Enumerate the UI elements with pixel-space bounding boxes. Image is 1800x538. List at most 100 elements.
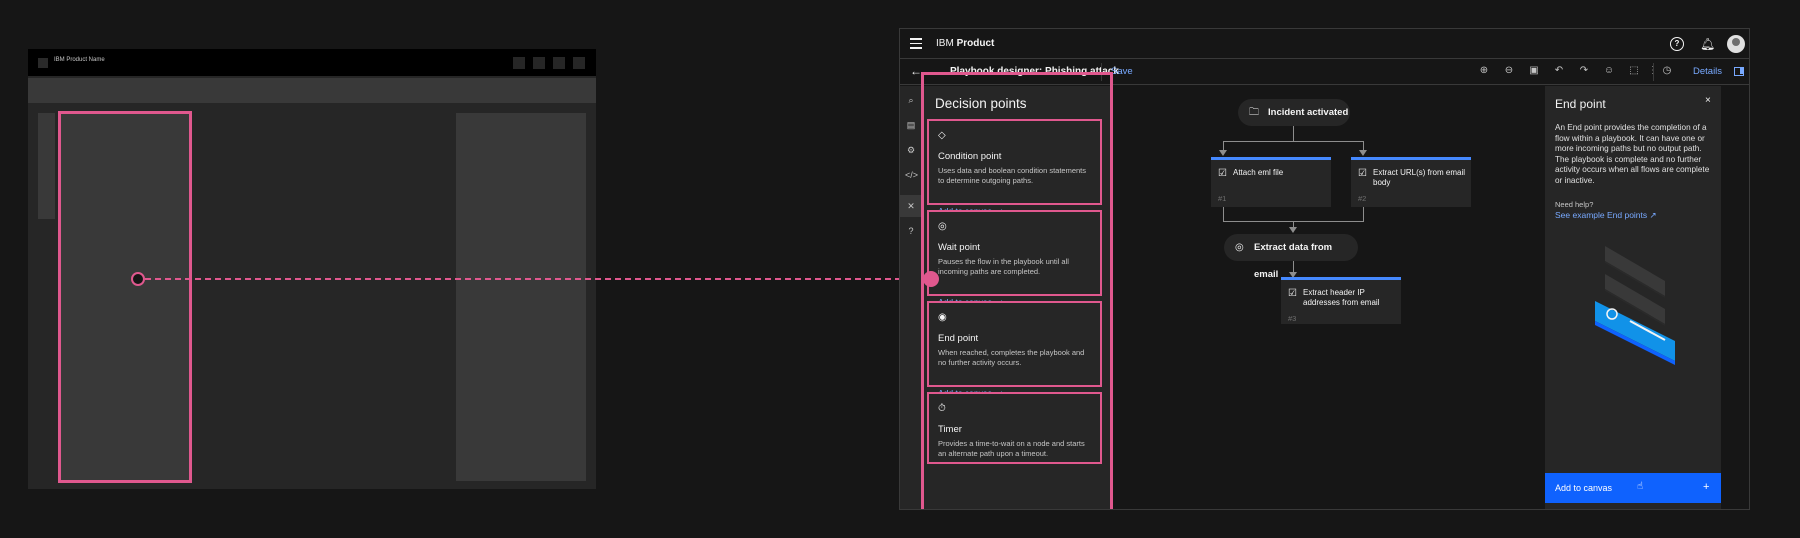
decision-icon[interactable]: ✕ bbox=[905, 200, 917, 212]
card-description: Uses data and boolean condition statemen… bbox=[938, 166, 1087, 185]
select-area-icon[interactable]: ⬚ bbox=[1628, 65, 1640, 77]
clipboard-icon: ☑ bbox=[1358, 168, 1367, 179]
zoom-out-icon[interactable]: ⊖ bbox=[1503, 65, 1515, 77]
brand-prefix: IBM bbox=[936, 38, 954, 49]
flow-task-node[interactable]: ☑ Attach eml file #1 bbox=[1211, 157, 1331, 207]
redo-icon[interactable]: ↷ bbox=[1578, 65, 1590, 77]
fit-to-screen-icon[interactable]: ▣ bbox=[1528, 65, 1540, 77]
add-to-canvas-button[interactable]: Add to canvas + ☝︎ bbox=[1545, 473, 1721, 503]
card-description: When reached, completes the playbook and… bbox=[938, 348, 1085, 367]
card-title: Timer bbox=[938, 424, 962, 435]
wireframe-logo bbox=[38, 58, 48, 68]
flow-connector bbox=[1363, 207, 1364, 221]
side-panel-icon[interactable] bbox=[1734, 67, 1744, 76]
arrow-head bbox=[1359, 150, 1367, 156]
wireframe-header-icon bbox=[533, 57, 545, 69]
add-to-canvas-label: Add to canvas bbox=[1555, 483, 1613, 493]
connector-line bbox=[145, 278, 931, 280]
node-label: Attach eml file bbox=[1233, 168, 1284, 177]
app-body: ⌕ ▤ ⚙ </> ✕ ? Decision points ◇ Conditio… bbox=[900, 72, 1749, 509]
wireframe-header-icon bbox=[553, 57, 565, 69]
decision-card-end[interactable]: ◉ End point When reached, completes the … bbox=[927, 301, 1102, 398]
undo-icon[interactable]: ↶ bbox=[1553, 65, 1565, 77]
pause-icon: ◎ bbox=[938, 221, 947, 232]
flow-start-node[interactable]: 🗀︎ Incident activated bbox=[1238, 99, 1350, 126]
wireframe-product-name: IBM Product Name bbox=[54, 57, 105, 63]
connector-start-circle bbox=[131, 272, 145, 286]
playbook-toolbar: ← Playbook designer: Phishing attack Sav… bbox=[900, 59, 1749, 85]
app-header: IBM Product ? 🔔︎ bbox=[900, 29, 1749, 59]
card-description: Pauses the flow in the playbook until al… bbox=[938, 257, 1069, 276]
menu-icon[interactable] bbox=[910, 38, 922, 49]
node-label: Extract URL(s) from email body bbox=[1373, 168, 1466, 187]
flow-wait-node[interactable]: ◎ Extract data from email bbox=[1224, 234, 1358, 280]
code-icon[interactable]: </> bbox=[905, 169, 918, 181]
clipboard-icon: ☑ bbox=[1218, 168, 1227, 179]
card-title: End point bbox=[938, 333, 979, 344]
flow-connector bbox=[1223, 207, 1224, 221]
node-label: Incident activated bbox=[1268, 107, 1349, 118]
folder-icon: 🗀︎ bbox=[1249, 107, 1259, 118]
user-icon[interactable]: ☺ bbox=[1603, 65, 1615, 77]
page-title: Playbook designer: Phishing attack bbox=[950, 66, 1119, 77]
wireframe-preview: IBM Product Name bbox=[28, 49, 596, 489]
back-arrow-icon[interactable]: ← bbox=[910, 64, 922, 78]
notification-icon[interactable]: 🔔︎ bbox=[1700, 37, 1715, 51]
card-title: Condition point bbox=[938, 151, 1002, 162]
settings-icon[interactable]: ⚙ bbox=[905, 144, 917, 156]
stop-icon: ◉ bbox=[938, 312, 947, 323]
launch-icon: ↗ bbox=[1649, 210, 1657, 220]
wireframe-header-icon bbox=[573, 57, 585, 69]
help-icon[interactable]: ? bbox=[1670, 37, 1684, 51]
divider bbox=[1101, 63, 1102, 81]
end-point-detail-panel: End point × An End point provides the co… bbox=[1545, 86, 1721, 509]
plus-icon: + bbox=[1703, 481, 1710, 493]
end-point-illustration bbox=[1595, 246, 1675, 365]
wireframe-header: IBM Product Name bbox=[28, 49, 596, 76]
side-rail: ⌕ ▤ ⚙ </> ✕ ? bbox=[900, 86, 922, 509]
close-icon[interactable]: × bbox=[1705, 95, 1711, 106]
panel-title: Decision points bbox=[935, 96, 1027, 111]
clipboard-icon[interactable]: ▤ bbox=[905, 119, 917, 131]
timer-icon: ⏱︎ bbox=[938, 403, 946, 414]
card-title: Wait point bbox=[938, 242, 980, 253]
details-button[interactable]: Details bbox=[1693, 66, 1722, 77]
wireframe-right-panel bbox=[456, 113, 586, 481]
detail-description: An End point provides the completion of … bbox=[1555, 123, 1710, 185]
wireframe-rail bbox=[38, 113, 55, 219]
flow-connector bbox=[1223, 141, 1364, 142]
arrow-head bbox=[1219, 150, 1227, 156]
node-label: Extract header IP addresses from email bbox=[1303, 288, 1380, 307]
connector-end-dot bbox=[923, 271, 939, 287]
wireframe-header-icon bbox=[513, 57, 525, 69]
flow-task-node[interactable]: ☑ Extract header IP addresses from email… bbox=[1281, 277, 1401, 324]
app-window: IBM Product ? 🔔︎ ← Playbook designer: Ph… bbox=[899, 28, 1750, 510]
decision-points-panel: Decision points ◇ Condition point Uses d… bbox=[922, 86, 1112, 509]
brand-name[interactable]: IBM Product bbox=[936, 38, 994, 49]
search-icon[interactable]: ⌕ bbox=[905, 94, 917, 106]
zoom-in-icon[interactable]: ⊕ bbox=[1478, 65, 1490, 77]
detail-title: End point bbox=[1555, 97, 1606, 111]
brand-product: Product bbox=[956, 38, 995, 49]
flow-task-node[interactable]: ☑ Extract URL(s) from email body #2 bbox=[1351, 157, 1471, 207]
decision-card-wait[interactable]: ◎ Wait point Pauses the flow in the play… bbox=[927, 210, 1102, 307]
history-icon[interactable]: ◷ bbox=[1661, 65, 1673, 77]
need-help-label: Need help? bbox=[1555, 200, 1594, 209]
save-button[interactable]: Save bbox=[1111, 66, 1133, 77]
avatar[interactable] bbox=[1727, 35, 1745, 53]
wireframe-highlighted-panel bbox=[58, 111, 192, 483]
node-number: #1 bbox=[1218, 194, 1227, 203]
arrow-head bbox=[1289, 227, 1297, 233]
divider bbox=[1653, 63, 1654, 81]
pointer-cursor-icon: ☝︎ bbox=[1637, 481, 1644, 492]
help-icon[interactable]: ? bbox=[905, 225, 917, 237]
decision-card-condition[interactable]: ◇ Condition point Uses data and boolean … bbox=[927, 119, 1102, 216]
decision-card-timer[interactable]: ⏱︎ Timer Provides a time-to-wait on a no… bbox=[927, 392, 1102, 464]
diamond-icon: ◇ bbox=[938, 130, 946, 141]
see-example-link[interactable]: See example End points ↗ bbox=[1555, 210, 1657, 221]
node-number: #3 bbox=[1288, 314, 1297, 323]
clipboard-icon: ☑ bbox=[1288, 288, 1297, 299]
flow-connector bbox=[1293, 126, 1294, 141]
node-number: #2 bbox=[1358, 194, 1367, 203]
see-example-label: See example End points bbox=[1555, 210, 1648, 220]
